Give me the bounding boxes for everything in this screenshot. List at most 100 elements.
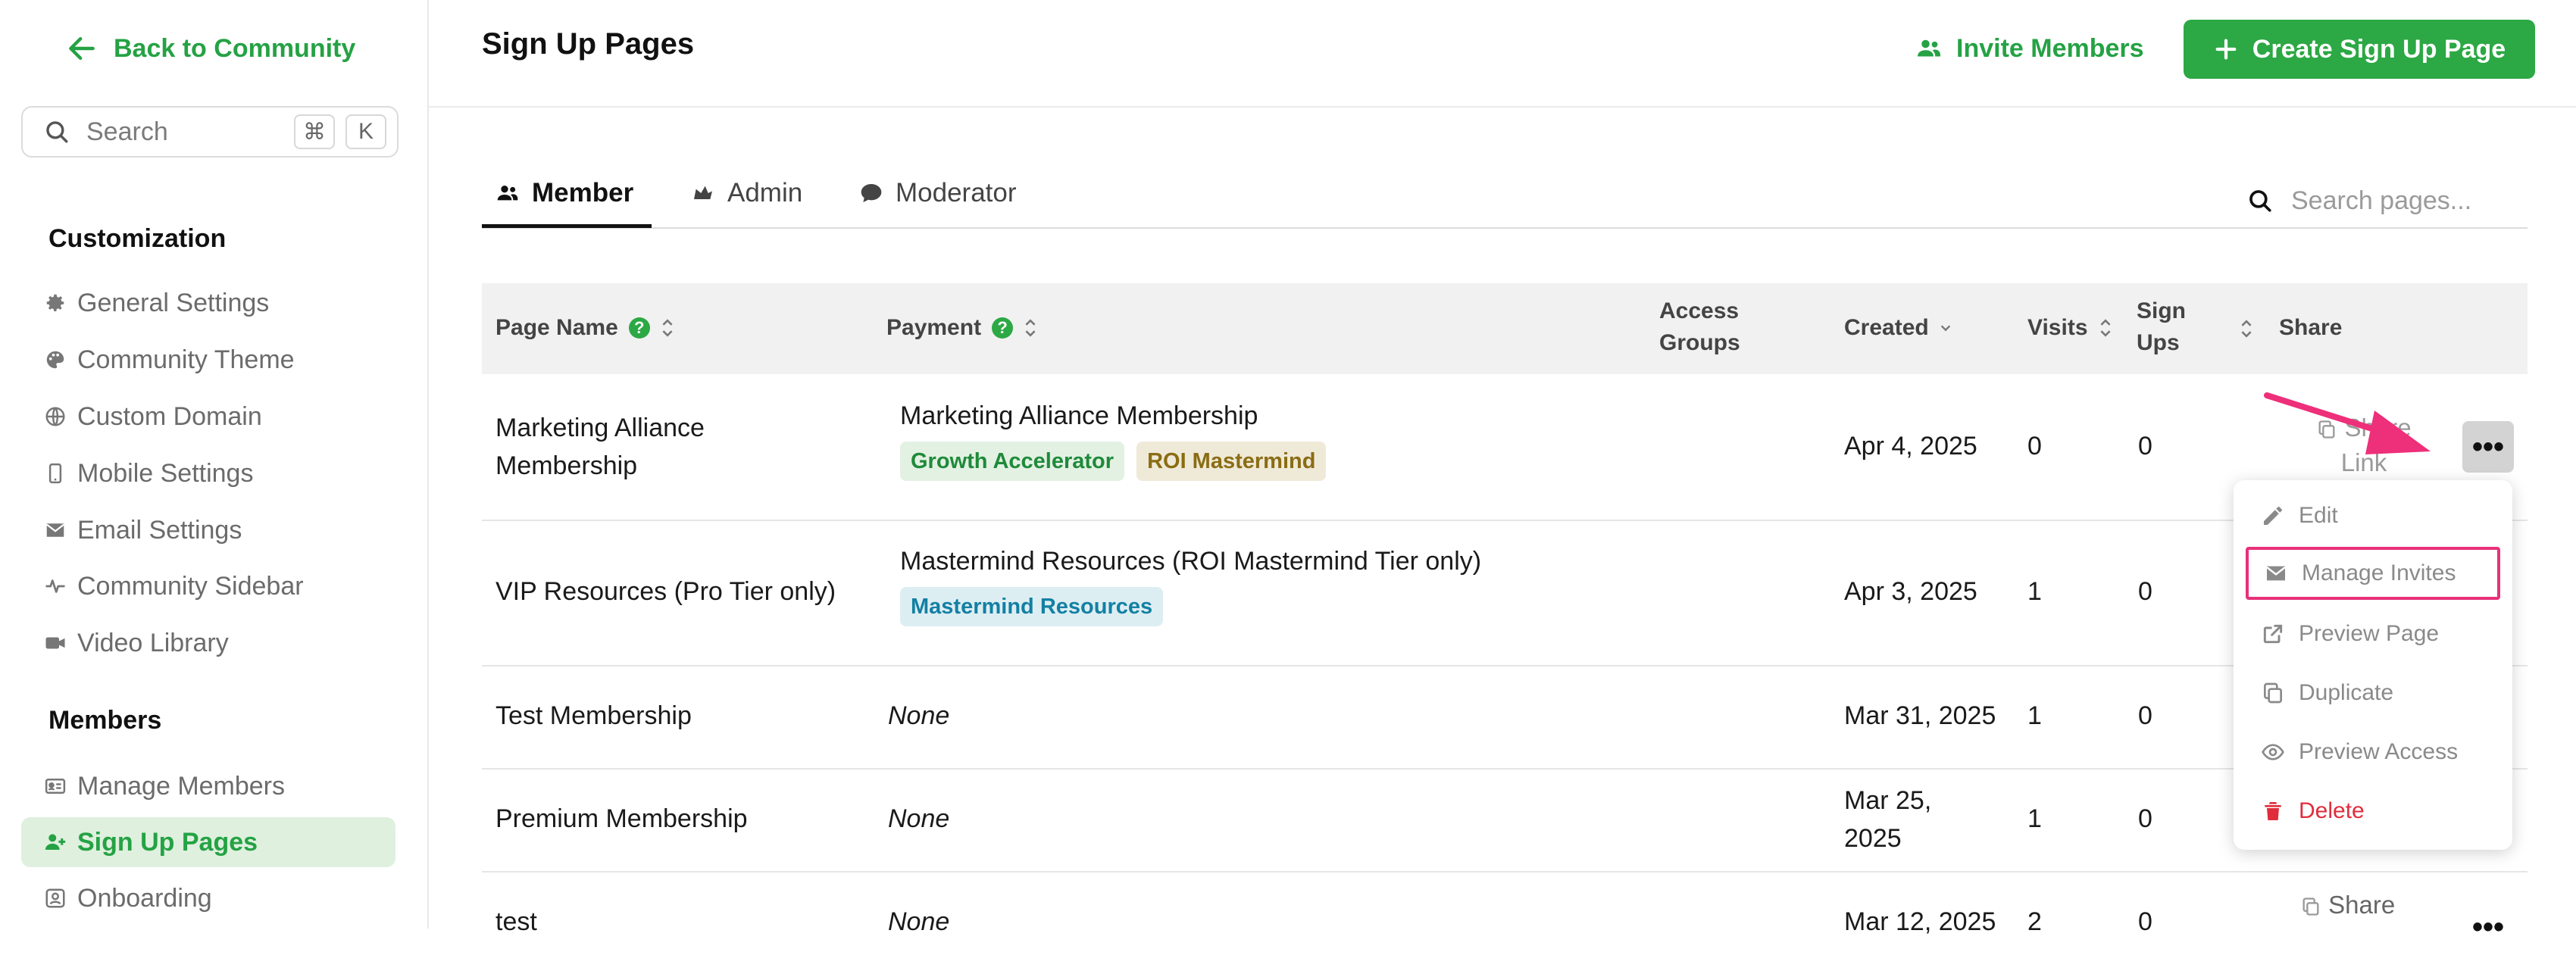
payment-cell: None: [888, 804, 950, 833]
tab-admin[interactable]: Admin: [691, 174, 802, 212]
sidebar-item-community-theme[interactable]: Community Theme: [44, 339, 295, 381]
onboarding-icon: [44, 887, 67, 910]
sidebar-item-label: General Settings: [77, 288, 270, 317]
page-name-cell[interactable]: Marketing Alliance Membership: [496, 409, 705, 485]
plus-icon: [2215, 39, 2237, 60]
tier-tag: Growth Accelerator: [900, 442, 1125, 481]
page-search-input[interactable]: Search pages...: [2247, 182, 2471, 220]
menu-item-preview-page[interactable]: Preview Page: [2246, 607, 2500, 660]
envelope-icon: [2266, 566, 2286, 581]
signups-count: 0: [2138, 577, 2152, 606]
annotation-arrow-icon: [2264, 392, 2431, 454]
create-sign-up-page-label: Create Sign Up Page: [2252, 34, 2506, 64]
sort-icon[interactable]: [2240, 318, 2253, 339]
column-label: Sign: [2137, 298, 2186, 323]
share-link-button[interactable]: Share: [2300, 888, 2395, 922]
sidebar-item-label: Community Theme: [77, 345, 295, 374]
page-name-cell[interactable]: Premium Membership: [496, 800, 748, 838]
tab-label: Member: [532, 178, 634, 208]
column-header-sign-ups[interactable]: Sign Ups: [2137, 295, 2186, 359]
sort-icon[interactable]: [1024, 317, 1037, 339]
sidebar-item-general-settings[interactable]: General Settings: [44, 282, 269, 324]
envelope-icon: [44, 519, 67, 542]
share-label: Share: [2328, 891, 2396, 919]
column-label: Payment: [886, 315, 982, 340]
payment-plan-name: Marketing Alliance Membership: [900, 401, 1258, 430]
page-name-text: Membership: [496, 451, 638, 480]
table-row[interactable]: VIP Resources (Pro Tier only) Mastermind…: [482, 520, 2528, 667]
page-name-cell[interactable]: test: [496, 903, 537, 941]
created-date-line: 2025: [1844, 824, 1902, 853]
sidebar-item-custom-domain[interactable]: Custom Domain: [44, 395, 262, 438]
back-to-community-link[interactable]: Back to Community: [65, 29, 355, 68]
sidebar: Back to Community Search ⌘ K Customizati…: [0, 0, 429, 929]
globe-icon: [44, 405, 67, 428]
payment-cell: Mastermind Resources (ROI Mastermind Tie…: [900, 542, 1481, 626]
column-header-share: Share: [2279, 312, 2342, 344]
pulse-icon: [44, 575, 67, 598]
shortcut-key-cmd: ⌘: [294, 114, 335, 149]
row-more-button[interactable]: •••: [2462, 901, 2514, 953]
sort-icon[interactable]: [661, 317, 674, 339]
column-header-payment[interactable]: Payment ?: [886, 312, 1037, 344]
sidebar-item-video-library[interactable]: Video Library: [44, 622, 229, 664]
signups-count: 0: [2138, 701, 2152, 730]
payment-cell: None: [888, 907, 950, 936]
menu-item-label: Preview Access: [2299, 739, 2459, 764]
page-name-cell[interactable]: Test Membership: [496, 697, 692, 735]
sidebar-item-sign-up-pages[interactable]: Sign Up Pages: [21, 817, 395, 867]
sidebar-item-label: Onboarding: [77, 883, 212, 913]
page-name-cell[interactable]: VIP Resources (Pro Tier only): [496, 573, 836, 610]
tab-label: Moderator: [896, 178, 1017, 208]
column-label: Visits: [2027, 315, 2088, 340]
role-tabs: Member Admin Moderator: [482, 159, 2528, 229]
visits-count: 0: [2027, 432, 2042, 460]
column-header-access-groups: Access Groups: [1659, 295, 1740, 359]
sidebar-item-mobile-settings[interactable]: Mobile Settings: [44, 452, 253, 495]
menu-item-duplicate[interactable]: Duplicate: [2246, 667, 2500, 720]
id-card-icon: [44, 775, 67, 798]
chat-bubble-icon: [861, 184, 882, 202]
created-date-line: Mar 25,: [1844, 786, 1932, 815]
menu-item-preview-access[interactable]: Preview Access: [2246, 726, 2500, 779]
menu-item-delete[interactable]: Delete: [2246, 785, 2500, 838]
sidebar-item-onboarding[interactable]: Onboarding: [44, 877, 212, 919]
column-label: Created: [1844, 315, 1929, 340]
table-row[interactable]: Marketing Alliance Membership Marketing …: [482, 374, 2528, 521]
users-icon: [497, 186, 518, 201]
payment-cell: None: [888, 701, 950, 730]
menu-item-edit[interactable]: Edit: [2246, 489, 2500, 542]
help-icon[interactable]: ?: [628, 317, 650, 339]
shortcut-key-k: K: [345, 114, 386, 149]
search-placeholder: Search: [86, 117, 168, 146]
back-link-label: Back to Community: [114, 33, 356, 63]
help-icon[interactable]: ?: [992, 317, 1014, 339]
row-more-button[interactable]: •••: [2462, 421, 2514, 473]
column-header-page-name[interactable]: Page Name ?: [496, 312, 674, 344]
created-date: Apr 3, 2025: [1844, 577, 1977, 606]
table-row[interactable]: Test Membership None Mar 31, 2025 1 0: [482, 665, 2528, 770]
sidebar-item-email-settings[interactable]: Email Settings: [44, 509, 242, 551]
sidebar-item-manage-members[interactable]: Manage Members: [44, 765, 285, 807]
menu-item-manage-invites[interactable]: Manage Invites: [2246, 547, 2500, 600]
table-row[interactable]: test None Mar 12, 2025 2 0 Share •••: [482, 871, 2528, 974]
create-sign-up-page-button[interactable]: Create Sign Up Page: [2184, 20, 2535, 79]
column-header-visits[interactable]: Visits: [2027, 312, 2112, 344]
sidebar-item-community-sidebar[interactable]: Community Sidebar: [44, 565, 304, 607]
external-link-icon: [2263, 624, 2283, 644]
sidebar-item-label: Video Library: [77, 628, 229, 657]
payment-plan-name: Mastermind Resources (ROI Mastermind Tie…: [900, 547, 1482, 576]
signups-count: 0: [2138, 804, 2152, 833]
sort-icon[interactable]: [2099, 317, 2112, 339]
tab-member[interactable]: Member: [496, 174, 633, 212]
tab-moderator[interactable]: Moderator: [859, 174, 1017, 212]
created-date: Apr 4, 2025: [1844, 432, 1977, 460]
created-date: Mar 25, 2025: [1844, 782, 1931, 857]
user-plus-icon: [44, 831, 67, 854]
search-icon: [46, 121, 68, 143]
column-header-created[interactable]: Created: [1844, 312, 1952, 344]
sidebar-search-input[interactable]: Search ⌘ K: [21, 106, 399, 158]
payment-cell: Marketing Alliance Membership Growth Acc…: [900, 397, 1338, 481]
invite-members-button[interactable]: Invite Members: [1915, 29, 2144, 68]
table-row[interactable]: Premium Membership None Mar 25, 2025 1 0: [482, 768, 2528, 873]
